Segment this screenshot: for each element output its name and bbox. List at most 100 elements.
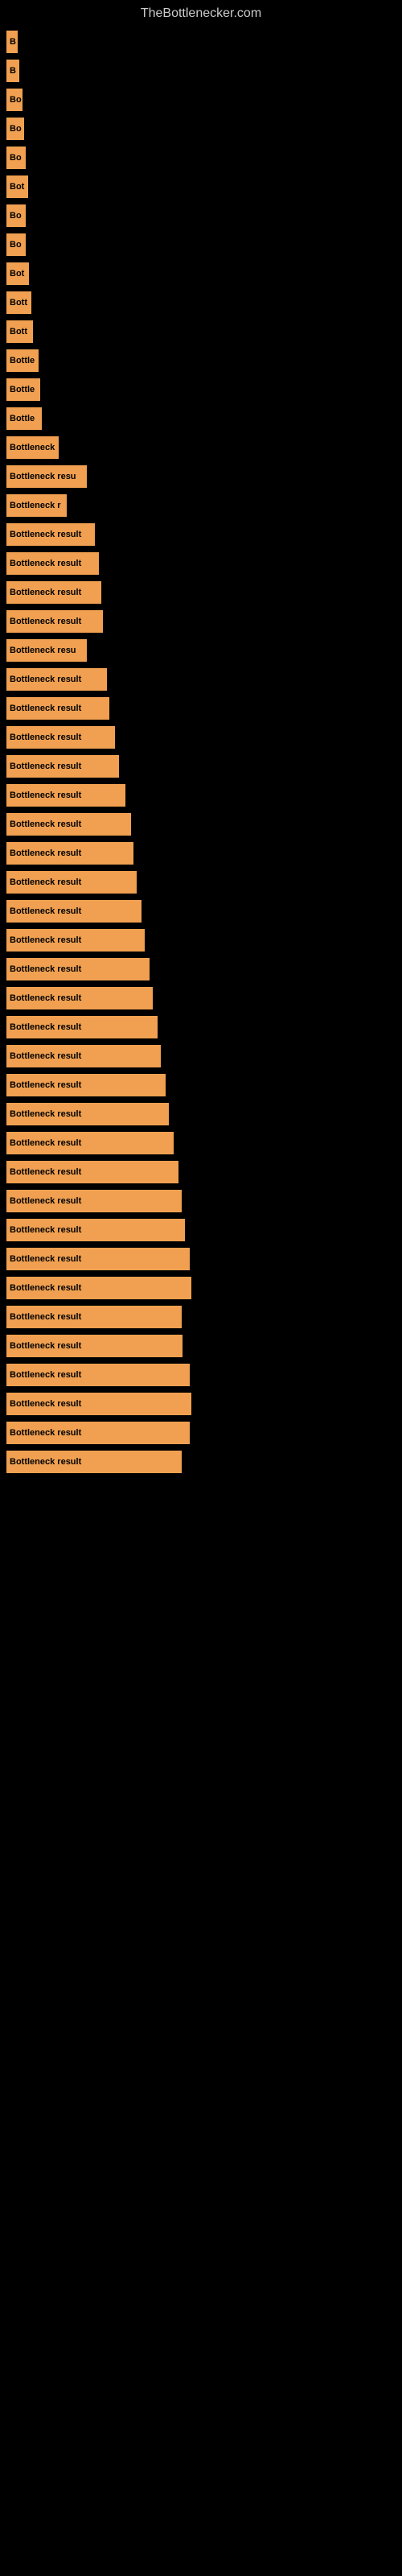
bar-label: Bot [10, 269, 24, 279]
bar-label: Bottleneck result [10, 762, 81, 771]
bar-row: Bottleneck result [0, 1360, 402, 1389]
bar-label: Bottleneck result [10, 704, 81, 713]
bar-item: Bottleneck result [6, 929, 145, 952]
bar-row: Bottleneck result [0, 781, 402, 810]
bar-row: Bott [0, 288, 402, 317]
bar-label: Bottleneck result [10, 1138, 81, 1148]
bar-row: Bottleneck result [0, 723, 402, 752]
bar-label: Bottleneck result [10, 1457, 81, 1467]
bar-row: Bottleneck result [0, 1071, 402, 1100]
bar-label: Bottleneck result [10, 848, 81, 858]
bar-item: Bottleneck result [6, 668, 107, 691]
bar-row: Bottleneck result [0, 1274, 402, 1302]
bar-label: Bottleneck [10, 443, 55, 452]
bar-item: B [6, 60, 19, 82]
bar-item: Bott [6, 291, 31, 314]
bar-label: Bottleneck result [10, 1109, 81, 1119]
bar-label: Bo [10, 240, 22, 250]
bar-row: Bottleneck result [0, 1216, 402, 1245]
bar-row: Bottleneck result [0, 1129, 402, 1158]
bar-row: Bottleneck result [0, 1302, 402, 1331]
bar-row: Bottleneck result [0, 868, 402, 897]
bar-item: Bottleneck result [6, 697, 109, 720]
bar-item: Bottleneck result [6, 1132, 174, 1154]
bar-item: Bottleneck result [6, 1045, 161, 1067]
bar-row: Bo [0, 85, 402, 114]
bar-label: Bottleneck result [10, 1196, 81, 1206]
bar-label: Bottleneck result [10, 877, 81, 887]
bar-item: Bottleneck result [6, 1016, 158, 1038]
bar-item: Bott [6, 320, 33, 343]
bar-label: Bottleneck result [10, 964, 81, 974]
bar-label: Bottleneck result [10, 1080, 81, 1090]
bar-label: Bottleneck result [10, 1370, 81, 1380]
bar-row: Bottleneck result [0, 578, 402, 607]
bar-item: Bot [6, 262, 29, 285]
bar-row: B [0, 27, 402, 56]
bar-label: Bottleneck result [10, 617, 81, 626]
bar-row: Bo [0, 114, 402, 143]
bar-label: Bottleneck result [10, 993, 81, 1003]
bar-label: Bo [10, 153, 22, 163]
bar-item: Bottleneck result [6, 1306, 182, 1328]
bar-item: Bottleneck result [6, 784, 125, 807]
bar-label: Bottle [10, 385, 35, 394]
bar-item: Bo [6, 233, 26, 256]
bar-label: Bottleneck result [10, 1399, 81, 1409]
bar-item: Bottleneck result [6, 1248, 190, 1270]
bar-label: Bottleneck result [10, 1341, 81, 1351]
bar-row: Bottleneck result [0, 607, 402, 636]
bar-label: Bottleneck result [10, 530, 81, 539]
bar-item: Bo [6, 204, 26, 227]
bar-row: Bottleneck result [0, 1331, 402, 1360]
bar-item: Bottleneck result [6, 958, 150, 980]
bar-row: Bottleneck result [0, 926, 402, 955]
bar-item: Bottle [6, 349, 39, 372]
bar-item: Bo [6, 147, 26, 169]
bar-row: Bottleneck resu [0, 636, 402, 665]
bar-item: Bottleneck result [6, 1451, 182, 1473]
bar-row: Bottleneck result [0, 1418, 402, 1447]
bar-label: Bottleneck result [10, 819, 81, 829]
bar-label: Bottleneck result [10, 935, 81, 945]
bar-row: Bo [0, 201, 402, 230]
bar-row: Bottleneck result [0, 752, 402, 781]
bar-row: Bottleneck result [0, 897, 402, 926]
bar-row: Bottleneck result [0, 520, 402, 549]
bar-label: Bo [10, 211, 22, 221]
bar-item: Bottleneck result [6, 900, 142, 923]
bar-item: Bo [6, 118, 24, 140]
bar-row: Bottleneck result [0, 984, 402, 1013]
bar-label: Bot [10, 182, 24, 192]
bar-label: Bottleneck result [10, 588, 81, 597]
bar-label: Bottleneck result [10, 1225, 81, 1235]
bar-item: Bottleneck result [6, 842, 133, 865]
bar-label: Bottle [10, 356, 35, 365]
bar-item: Bottleneck resu [6, 639, 87, 662]
bar-row: Bottleneck result [0, 1447, 402, 1476]
bar-row: Bottleneck result [0, 1245, 402, 1274]
bar-item: Bottleneck result [6, 1161, 178, 1183]
bar-label: Bo [10, 124, 22, 134]
bar-label: Bottleneck result [10, 1428, 81, 1438]
bar-item: B [6, 31, 18, 53]
bar-item: Bottleneck result [6, 1422, 190, 1444]
bar-item: Bottleneck result [6, 1190, 182, 1212]
bar-item: Bottleneck result [6, 581, 101, 604]
bar-row: Bot [0, 172, 402, 201]
bar-item: Bottleneck result [6, 1364, 190, 1386]
bar-item: Bottleneck result [6, 813, 131, 836]
bar-item: Bottleneck result [6, 1335, 183, 1357]
bar-row: Bottleneck result [0, 1187, 402, 1216]
bar-label: Bottleneck result [10, 906, 81, 916]
bar-item: Bottleneck [6, 436, 59, 459]
bar-row: Bottleneck resu [0, 462, 402, 491]
bar-label: B [10, 66, 16, 76]
bar-label: Bottle [10, 414, 35, 423]
bar-row: Bo [0, 230, 402, 259]
bar-row: Bottle [0, 375, 402, 404]
bar-row: Bo [0, 143, 402, 172]
bar-row: Bottleneck result [0, 955, 402, 984]
bar-row: Bottleneck result [0, 810, 402, 839]
bar-label: Bottleneck result [10, 1022, 81, 1032]
